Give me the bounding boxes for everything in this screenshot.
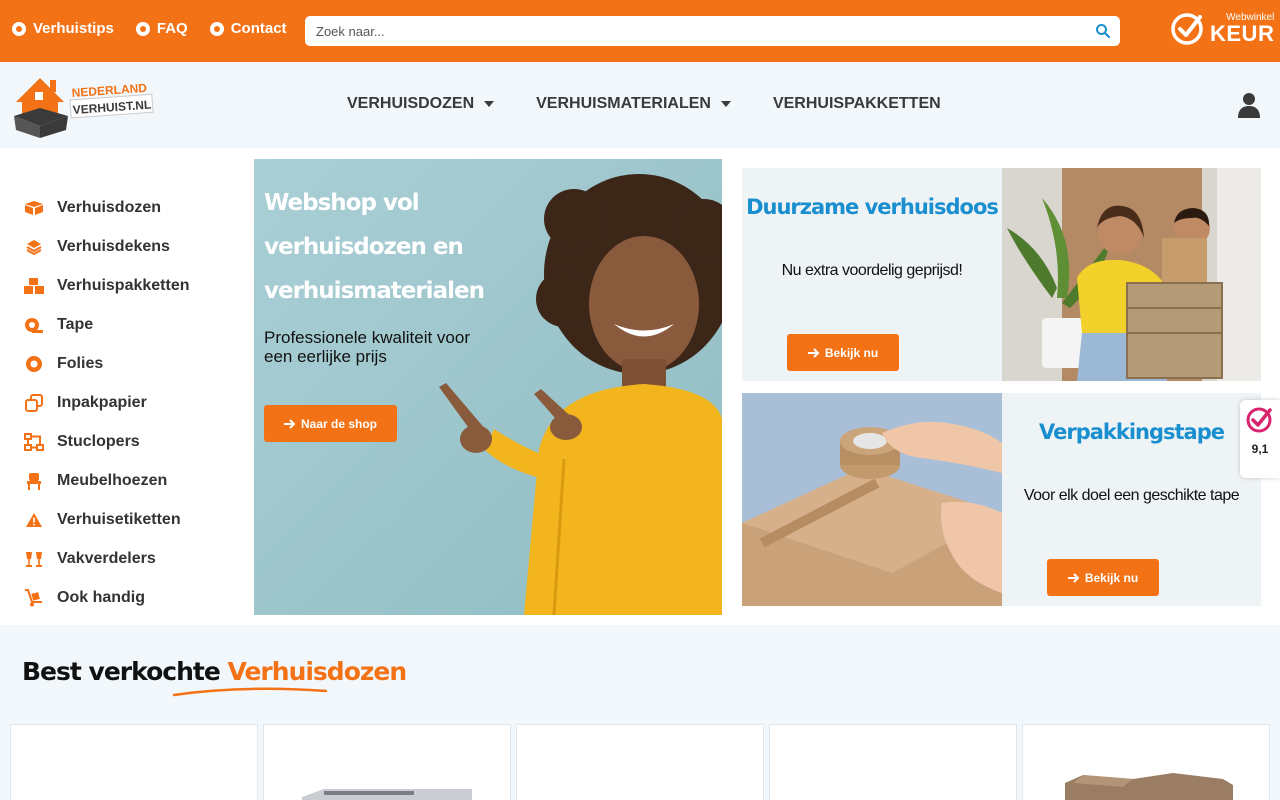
bekijk-nu-button[interactable]: Bekijk nu bbox=[787, 334, 899, 371]
couple-moving-photo bbox=[1002, 168, 1261, 381]
sidebar-item-label: Folies bbox=[57, 354, 104, 372]
boxes-icon bbox=[24, 276, 44, 296]
promo-text: Nu extra voordelig geprijsd! bbox=[781, 262, 963, 279]
nav-label: VERHUISDOZEN bbox=[347, 95, 475, 112]
button-label: Bekijk nu bbox=[824, 345, 879, 360]
main-nav: VERHUISDOZEN VERHUISMATERIALEN VERHUISPA… bbox=[347, 95, 941, 113]
nav-verhuismaterialen[interactable]: VERHUISMATERIALEN bbox=[536, 95, 731, 113]
sidebar-item-label: Verhuispakketten bbox=[57, 276, 190, 294]
product-image bbox=[302, 789, 472, 800]
nav-verhuispakketten[interactable]: VERHUISPAKKETTEN bbox=[773, 95, 941, 113]
top-bar: Verhuistips FAQ Contact Webwinkel KEUR bbox=[0, 0, 1280, 62]
promo-card-verpakkingstape[interactable]: Verpakkingstape Voor elk doel een geschi… bbox=[742, 393, 1261, 606]
product-card[interactable] bbox=[10, 724, 258, 800]
arrow-right-icon bbox=[1067, 572, 1080, 583]
sidebar-item-verhuisdekens[interactable]: Verhuisdekens bbox=[24, 227, 190, 266]
sidebar-item-label: Verhuisdekens bbox=[57, 237, 170, 255]
sidebar-item-label: Stuclopers bbox=[57, 432, 140, 450]
product-image bbox=[1065, 773, 1233, 800]
copy-icon bbox=[24, 393, 44, 413]
sidebar-item-label: Verhuisdozen bbox=[57, 198, 162, 216]
promo-card-duurzame-verhuisdoos[interactable]: Duurzame verhuisdoos Nu extra voordelig … bbox=[742, 168, 1261, 381]
bestsellers-title-highlight: Verhuisdozen bbox=[227, 657, 408, 686]
keur-big-text: KEUR bbox=[1210, 21, 1275, 46]
promo-text: Voor elk doel een geschikte tape bbox=[1023, 487, 1240, 504]
layers-icon bbox=[24, 237, 44, 257]
keur-check-icon bbox=[1171, 13, 1203, 45]
bullet-icon bbox=[12, 21, 26, 36]
sidebar-item-inpakpapier[interactable]: Inpakpapier bbox=[24, 383, 190, 422]
nav-verhuisdozen[interactable]: VERHUISDOZEN bbox=[347, 95, 495, 113]
rating-value: 9,1 bbox=[1251, 442, 1269, 456]
glasses-icon bbox=[24, 549, 44, 569]
chevron-down-icon bbox=[720, 101, 731, 107]
toplink-label: Verhuistips bbox=[33, 20, 114, 37]
arrow-right-icon bbox=[807, 347, 820, 358]
toplink-label: Contact bbox=[230, 20, 287, 37]
box-icon bbox=[24, 198, 44, 218]
bestsellers-section: Best verkochte Verhuisdozen bbox=[0, 625, 1280, 800]
sidebar-item-label: Ook handig bbox=[57, 588, 145, 606]
sidebar-item-verhuispakketten[interactable]: Verhuispakketten bbox=[24, 266, 190, 305]
sidebar-item-label: Verhuisetiketten bbox=[57, 510, 181, 528]
underline-swoosh bbox=[172, 687, 328, 697]
chair-icon bbox=[24, 471, 44, 491]
sidebar-item-vakverdelers[interactable]: Vakverdelers bbox=[24, 539, 190, 578]
button-label: Naar de shop bbox=[300, 416, 378, 431]
sidebar-item-stuclopers[interactable]: Stuclopers bbox=[24, 422, 190, 461]
chevron-down-icon bbox=[484, 101, 495, 107]
sidebar-item-tape[interactable]: Tape bbox=[24, 305, 190, 344]
button-label: Bekijk nu bbox=[1084, 570, 1139, 585]
sidebar-item-folies[interactable]: Folies bbox=[24, 344, 190, 383]
sidebar-item-verhuisetiketten[interactable]: Verhuisetiketten bbox=[24, 500, 190, 539]
circle-icon bbox=[24, 354, 44, 374]
category-sidebar: Verhuisdozen Verhuisdekens Verhuispakket… bbox=[24, 188, 190, 617]
network-icon bbox=[24, 432, 44, 452]
promo-title: Duurzame verhuisdoos bbox=[746, 195, 999, 219]
search-bar bbox=[305, 16, 1120, 46]
arrow-right-icon bbox=[283, 418, 296, 429]
hero-title: Webshop vol verhuisdozen en verhuismater… bbox=[264, 190, 485, 304]
user-icon[interactable] bbox=[1237, 92, 1261, 118]
product-card[interactable] bbox=[263, 724, 511, 800]
promo-title: Verpakkingstape bbox=[1038, 420, 1225, 444]
toplink-verhuistips[interactable]: Verhuistips bbox=[12, 20, 114, 37]
sidebar-item-meubelhoezen[interactable]: Meubelhoezen bbox=[24, 461, 190, 500]
sidebar-item-label: Meubelhoezen bbox=[57, 471, 168, 489]
bestsellers-title: Best verkochte Verhuisdozen bbox=[22, 657, 408, 686]
toplink-label: FAQ bbox=[156, 20, 188, 37]
keur-rating-badge[interactable]: 9,1 bbox=[1240, 400, 1280, 478]
warning-icon bbox=[24, 510, 44, 530]
toplink-contact[interactable]: Contact bbox=[209, 20, 287, 37]
search-icon[interactable] bbox=[1095, 23, 1111, 39]
site-logo[interactable]: NEDERLAND VERHUIST.NL bbox=[10, 72, 155, 138]
search-input[interactable] bbox=[305, 16, 1075, 46]
product-card[interactable] bbox=[516, 724, 764, 800]
nav-label: VERHUISPAKKETTEN bbox=[772, 95, 941, 112]
bekijk-nu-button[interactable]: Bekijk nu bbox=[1047, 559, 1159, 596]
tape-box-photo bbox=[742, 393, 1002, 606]
hero-banner: Webshop vol verhuisdozen en verhuismater… bbox=[254, 159, 722, 615]
bullet-icon bbox=[209, 21, 224, 36]
bullet-icon bbox=[135, 21, 150, 36]
nav-label: VERHUISMATERIALEN bbox=[536, 95, 711, 112]
toplink-faq[interactable]: FAQ bbox=[135, 20, 188, 37]
product-card[interactable] bbox=[1022, 724, 1270, 800]
naar-de-shop-button[interactable]: Naar de shop bbox=[264, 405, 397, 442]
keur-check-icon bbox=[1246, 407, 1272, 433]
top-links: Verhuistips FAQ Contact bbox=[12, 20, 287, 37]
sidebar-item-label: Tape bbox=[57, 315, 94, 333]
sidebar-item-verhuisdozen[interactable]: Verhuisdozen bbox=[24, 188, 190, 227]
sidebar-item-ook-handig[interactable]: Ook handig bbox=[24, 578, 190, 617]
sidebar-item-label: Vakverdelers bbox=[57, 549, 156, 567]
tape-icon bbox=[24, 315, 44, 335]
main-header: NEDERLAND VERHUIST.NL VERHUISDOZEN VERHU… bbox=[0, 62, 1280, 148]
dolly-icon bbox=[24, 588, 44, 608]
product-card[interactable] bbox=[769, 724, 1017, 800]
webwinkel-keur-logo[interactable]: Webwinkel KEUR bbox=[1170, 11, 1274, 47]
bestsellers-title-prefix: Best verkochte bbox=[22, 657, 221, 686]
sidebar-item-label: Inpakpapier bbox=[57, 393, 147, 411]
hero-subtitle: Professionele kwaliteit voor een eerlijk… bbox=[264, 328, 470, 366]
